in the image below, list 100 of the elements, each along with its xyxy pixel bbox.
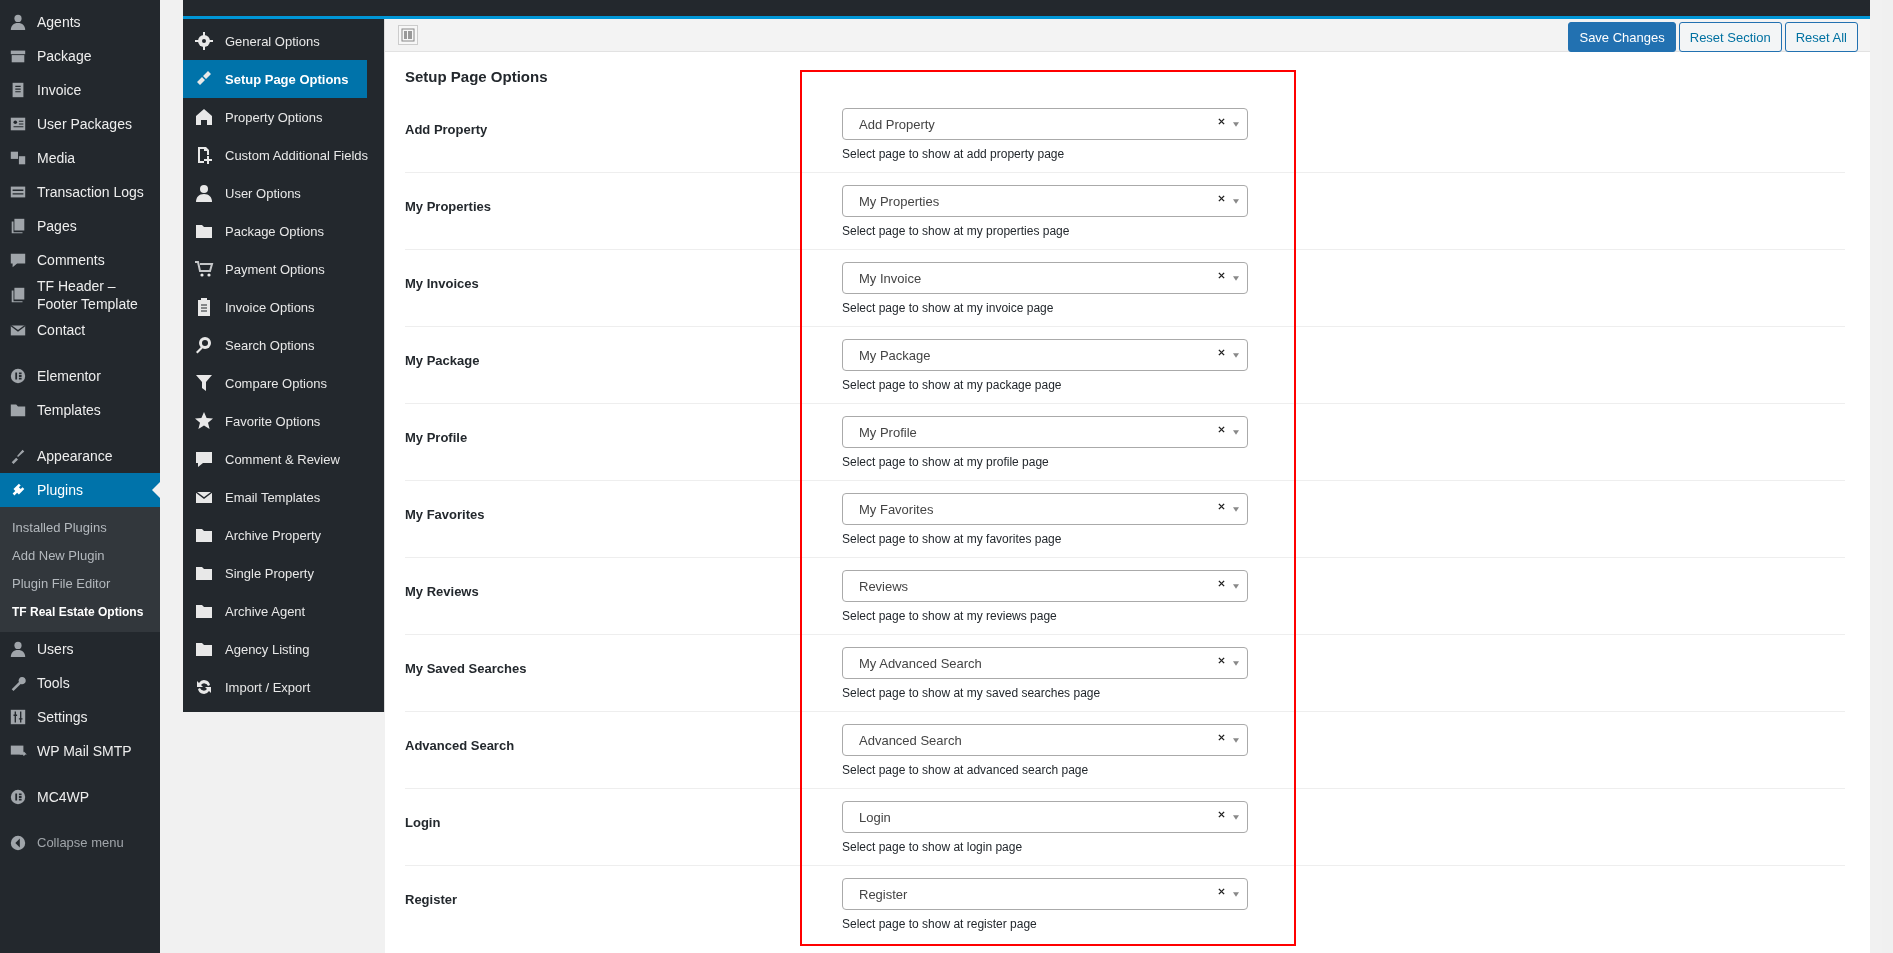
admin-menu-item[interactable]: Comments — [0, 243, 160, 277]
toolbar-button[interactable]: Reset All — [1784, 22, 1858, 52]
field-description: Select page to show at login page — [842, 839, 1024, 855]
admin-menu-item[interactable]: WP Mail SMTP — [0, 734, 160, 768]
refresh-icon — [194, 677, 214, 697]
field-description: Select page to show at my favorites page — [842, 531, 1063, 547]
clear-icon[interactable] — [1218, 425, 1225, 433]
toolbar-button[interactable]: Save Changes — [1568, 22, 1676, 52]
admin-menu-item[interactable]: Appearance — [0, 427, 160, 473]
clear-icon[interactable] — [1218, 348, 1225, 356]
admin-menu-item[interactable]: Elementor — [0, 347, 160, 393]
field-description: Select page to show at advanced search page — [842, 762, 1090, 778]
page-select[interactable]: Advanced Search — [842, 724, 1248, 756]
admin-menu-item[interactable]: Plugins — [0, 473, 160, 507]
circle-logo-icon — [9, 788, 27, 806]
clear-icon[interactable] — [1218, 810, 1225, 818]
options-nav-item[interactable]: Compare Options — [183, 364, 367, 402]
submenu-item[interactable]: Plugin File Editor — [0, 570, 160, 598]
options-nav-item[interactable]: Package Options — [183, 212, 367, 250]
page-select[interactable]: Add Property — [842, 108, 1248, 140]
field-label: My Invoices — [405, 275, 480, 293]
options-nav-item[interactable]: Email Templates — [183, 478, 367, 516]
field-description: Select page to show at my properties page — [842, 223, 1071, 239]
clear-icon[interactable] — [1218, 733, 1225, 741]
options-nav-item[interactable]: Setup Page Options — [183, 60, 367, 98]
cart-icon — [194, 259, 214, 279]
submenu-item[interactable]: Add New Plugin — [0, 542, 160, 570]
person-icon — [9, 640, 27, 658]
id-card-icon — [9, 115, 27, 133]
admin-menu-item[interactable]: TF Header – Footer Template — [0, 277, 160, 313]
toolbar-button[interactable]: Reset Section — [1678, 22, 1782, 52]
clear-icon[interactable] — [1218, 271, 1225, 279]
options-nav-item[interactable]: Single Property — [183, 554, 367, 592]
options-nav-item[interactable]: Custom Additional Fields — [183, 136, 367, 174]
media-icon — [9, 149, 27, 167]
admin-menu-item[interactable]: MC4WP — [0, 768, 160, 814]
admin-menu-item[interactable]: Invoice — [0, 73, 160, 107]
pages-icon — [9, 286, 27, 304]
field-description: Select page to show at register page — [842, 916, 1038, 932]
field-description: Select page to show at my reviews page — [842, 608, 1058, 624]
caret-icon — [1233, 737, 1239, 743]
clear-icon[interactable] — [1218, 502, 1225, 510]
person-icon — [9, 13, 27, 31]
page-select[interactable]: My Properties — [842, 185, 1248, 217]
field-label: My Saved Searches — [405, 660, 528, 678]
star-icon — [194, 411, 214, 431]
speech-bubble-icon — [9, 251, 27, 269]
admin-menu-item[interactable]: Transaction Logs — [0, 175, 160, 209]
caret-icon — [1233, 891, 1239, 897]
field-description: Select page to show at my saved searches page — [842, 685, 1102, 701]
field-label: My Profile — [405, 429, 469, 447]
page-select[interactable]: Register — [842, 878, 1248, 910]
options-nav-item[interactable]: General Options — [183, 22, 367, 60]
options-nav-item[interactable]: Archive Property — [183, 516, 367, 554]
field-description: Select page to show at my package page — [842, 377, 1063, 393]
clear-icon[interactable] — [1218, 117, 1225, 125]
admin-menu-item[interactable]: Contact — [0, 313, 160, 347]
caret-icon — [1233, 352, 1239, 358]
admin-menu-item[interactable]: User Packages — [0, 107, 160, 141]
page-select[interactable]: My Invoice — [842, 262, 1248, 294]
options-nav-item[interactable]: User Options — [183, 174, 367, 212]
options-nav-item[interactable]: Favorite Options — [183, 402, 367, 440]
field-description: Select page to show at my invoice page — [842, 300, 1055, 316]
page-select[interactable]: Login — [842, 801, 1248, 833]
admin-menu-item[interactable]: Agents — [0, 5, 160, 39]
collapse-icon — [9, 834, 27, 852]
options-nav-item[interactable]: Invoice Options — [183, 288, 367, 326]
submenu-item[interactable]: Installed Plugins — [0, 514, 160, 542]
options-nav-item[interactable]: Import / Export — [183, 668, 367, 706]
page-select[interactable]: My Favorites — [842, 493, 1248, 525]
page-select[interactable]: My Profile — [842, 416, 1248, 448]
options-nav-item[interactable]: Comment & Review — [183, 440, 367, 478]
clear-icon[interactable] — [1218, 194, 1225, 202]
admin-menu-item[interactable]: Users — [0, 632, 160, 666]
field-label: Register — [405, 891, 459, 909]
admin-menu-item[interactable]: Media — [0, 141, 160, 175]
field-label: My Reviews — [405, 583, 480, 601]
admin-menu-item[interactable]: Templates — [0, 393, 160, 427]
page-select[interactable]: My Advanced Search — [842, 647, 1248, 679]
collapse-menu-button[interactable]: Collapse menu — [0, 814, 160, 860]
admin-menu-item[interactable]: Package — [0, 39, 160, 73]
admin-menu-item[interactable]: Tools — [0, 666, 160, 700]
field-label: My Favorites — [405, 506, 486, 524]
circle-logo-icon — [9, 367, 27, 385]
clear-icon[interactable] — [1218, 656, 1225, 664]
options-nav-item[interactable]: Agency Listing — [183, 630, 367, 668]
admin-menu-item[interactable]: Settings — [0, 700, 160, 734]
options-nav-item[interactable]: Archive Agent — [183, 592, 367, 630]
house-icon — [194, 107, 214, 127]
caret-icon — [1233, 198, 1239, 204]
layout-toggle-button[interactable] — [398, 25, 418, 45]
admin-menu-item[interactable]: Pages — [0, 209, 160, 243]
options-nav-item[interactable]: Payment Options — [183, 250, 367, 288]
clear-icon[interactable] — [1218, 579, 1225, 587]
submenu-item[interactable]: TF Real Estate Options — [0, 598, 160, 626]
options-nav-item[interactable]: Property Options — [183, 98, 367, 136]
page-select[interactable]: My Package — [842, 339, 1248, 371]
page-select[interactable]: Reviews — [842, 570, 1248, 602]
clear-icon[interactable] — [1218, 887, 1225, 895]
options-nav-item[interactable]: Search Options — [183, 326, 367, 364]
